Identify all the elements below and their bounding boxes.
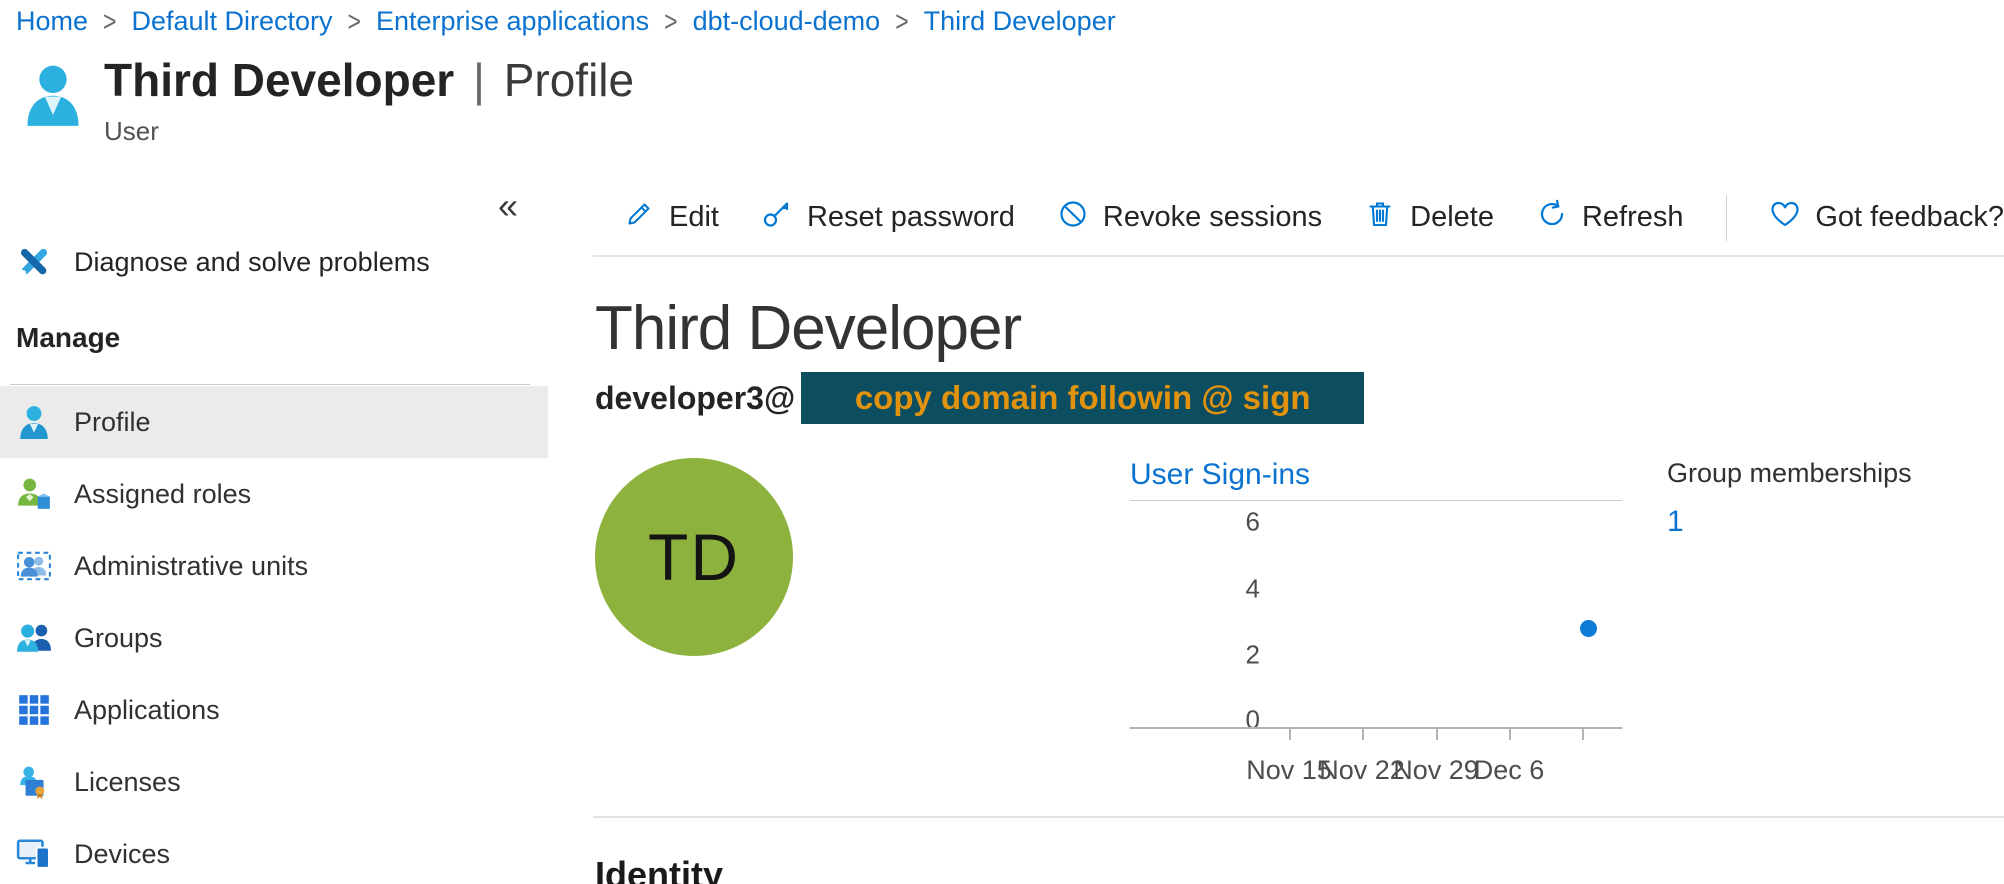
y-axis-tick: 4 bbox=[1130, 574, 1260, 605]
licenses-icon bbox=[16, 764, 52, 800]
refresh-button[interactable]: Refresh bbox=[1536, 198, 1684, 238]
sidebar-item-applications[interactable]: Applications bbox=[0, 674, 548, 746]
x-axis-tickmark bbox=[1362, 729, 1364, 740]
breadcrumb-enterprise-applications[interactable]: Enterprise applications bbox=[376, 6, 649, 37]
x-axis-line bbox=[1130, 727, 1622, 729]
refresh-label: Refresh bbox=[1582, 201, 1684, 234]
x-axis-label: Dec 6 bbox=[1474, 755, 1545, 786]
page-title-name: Third Developer bbox=[104, 54, 454, 106]
sidebar-item-label: Licenses bbox=[74, 767, 181, 798]
sidebar-item-label: Applications bbox=[74, 695, 220, 726]
chevron-right-icon: > bbox=[893, 5, 910, 39]
chart-title-link[interactable]: User Sign-ins bbox=[1130, 458, 1622, 501]
sidebar-item-licenses[interactable]: Licenses bbox=[0, 746, 548, 818]
sidebar-item-label: Assigned roles bbox=[74, 479, 251, 510]
sidebar-nav: Profile Assigned roles bbox=[0, 386, 548, 884]
sidebar-item-assigned-roles[interactable]: Assigned roles bbox=[0, 458, 548, 530]
chevron-right-icon: > bbox=[101, 5, 118, 39]
sidebar-item-label: Devices bbox=[74, 839, 170, 870]
key-icon bbox=[761, 198, 793, 238]
delete-button[interactable]: Delete bbox=[1364, 198, 1494, 238]
edit-button[interactable]: Edit bbox=[623, 198, 719, 238]
collapse-menu-button[interactable]: « bbox=[498, 188, 518, 224]
x-axis-label: Nov 22 bbox=[1319, 755, 1405, 786]
command-bar: Edit Reset password Revoke sessions bbox=[593, 180, 2004, 257]
revoke-sessions-label: Revoke sessions bbox=[1103, 201, 1322, 234]
identity-section-heading: Identity bbox=[595, 854, 723, 884]
sidebar-item-label: Diagnose and solve problems bbox=[74, 247, 430, 278]
administrative-units-icon bbox=[16, 548, 52, 584]
user-principal-name-row: developer3@ copy domain followin @ sign bbox=[595, 372, 1364, 424]
page-title-view: Profile bbox=[504, 54, 634, 106]
groups-icon bbox=[16, 620, 52, 656]
sidebar-divider bbox=[10, 384, 530, 385]
applications-grid-icon bbox=[16, 692, 52, 728]
block-icon bbox=[1057, 198, 1089, 238]
y-axis-tick: 6 bbox=[1130, 507, 1260, 538]
chevron-right-icon: > bbox=[662, 5, 679, 39]
page-title-divider: | bbox=[467, 54, 491, 106]
avatar: TD bbox=[595, 458, 793, 656]
breadcrumb-default-directory[interactable]: Default Directory bbox=[131, 6, 332, 37]
azure-user-profile-page: Home > Default Directory > Enterprise ap… bbox=[0, 0, 2004, 884]
revoke-sessions-button[interactable]: Revoke sessions bbox=[1057, 198, 1322, 238]
sign-ins-data-point bbox=[1580, 620, 1597, 637]
x-axis-tickmark bbox=[1509, 729, 1511, 740]
y-axis-tick: 2 bbox=[1130, 640, 1260, 671]
sidebar-item-label: Profile bbox=[74, 407, 151, 438]
profile-person-icon bbox=[16, 404, 52, 440]
chart-plot-area: 6 4 2 0 Nov 15 Nov 22 Nov 29 Dec 6 bbox=[1130, 501, 1622, 729]
breadcrumb: Home > Default Directory > Enterprise ap… bbox=[16, 6, 1116, 37]
group-memberships-label: Group memberships bbox=[1667, 458, 1912, 489]
sidebar-section-manage: Manage bbox=[16, 322, 120, 354]
diagnose-tools-icon bbox=[16, 244, 52, 280]
sidebar-item-label: Administrative units bbox=[74, 551, 308, 582]
devices-icon bbox=[16, 836, 52, 872]
redaction-annotation: copy domain followin @ sign bbox=[801, 372, 1364, 424]
breadcrumb-third-developer[interactable]: Third Developer bbox=[924, 6, 1116, 37]
sidebar-item-profile[interactable]: Profile bbox=[0, 386, 548, 458]
edit-label: Edit bbox=[669, 201, 719, 234]
user-display-name: Third Developer bbox=[595, 293, 1021, 364]
sidebar-item-label: Groups bbox=[74, 623, 163, 654]
sidebar-item-groups[interactable]: Groups bbox=[0, 602, 548, 674]
x-axis-tickmark bbox=[1289, 729, 1291, 740]
section-divider bbox=[593, 816, 2004, 818]
x-axis-tickmark bbox=[1436, 729, 1438, 740]
delete-label: Delete bbox=[1410, 201, 1494, 234]
pencil-icon bbox=[623, 198, 655, 238]
page-header: Third Developer | Profile User bbox=[22, 52, 634, 147]
group-memberships-count-link[interactable]: 1 bbox=[1667, 505, 1684, 539]
user-sign-ins-chart: User Sign-ins 6 4 2 0 Nov 15 Nov 22 Nov … bbox=[1130, 458, 1622, 729]
email-prefix: developer3@ bbox=[595, 380, 795, 417]
sidebar-item-administrative-units[interactable]: Administrative units bbox=[0, 530, 548, 602]
sidebar: « Diagnose and solve problems Manage bbox=[0, 140, 548, 884]
got-feedback-button[interactable]: Got feedback? bbox=[1769, 198, 2004, 238]
reset-password-label: Reset password bbox=[807, 201, 1015, 234]
breadcrumb-dbt-cloud-demo[interactable]: dbt-cloud-demo bbox=[693, 6, 881, 37]
assigned-roles-icon bbox=[16, 476, 52, 512]
sidebar-item-devices[interactable]: Devices bbox=[0, 818, 548, 884]
breadcrumb-home[interactable]: Home bbox=[16, 6, 88, 37]
trash-icon bbox=[1364, 198, 1396, 238]
refresh-icon bbox=[1536, 198, 1568, 238]
page-title: Third Developer | Profile bbox=[104, 52, 634, 108]
y-axis-tick: 0 bbox=[1130, 705, 1260, 736]
group-memberships-card: Group memberships 1 bbox=[1667, 458, 1912, 539]
toolbar-divider bbox=[1726, 195, 1728, 241]
heart-icon bbox=[1769, 198, 1801, 238]
x-axis-label: Nov 29 bbox=[1393, 755, 1479, 786]
sidebar-item-diagnose[interactable]: Diagnose and solve problems bbox=[0, 232, 548, 292]
chevron-right-icon: > bbox=[346, 5, 363, 39]
got-feedback-label: Got feedback? bbox=[1815, 201, 2004, 234]
reset-password-button[interactable]: Reset password bbox=[761, 198, 1015, 238]
user-avatar-icon bbox=[22, 62, 84, 128]
x-axis-tickmark bbox=[1582, 729, 1584, 740]
